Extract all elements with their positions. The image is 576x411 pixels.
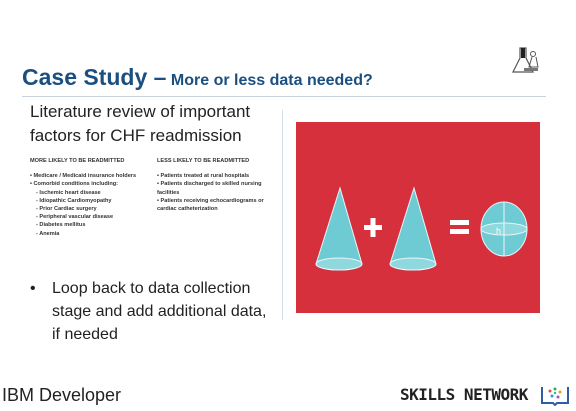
bullet-dot: • (30, 280, 36, 297)
list-subitem: - Anemia (36, 230, 60, 237)
list-subitem: - Prior Cardiac surgery (36, 206, 97, 213)
more-likely-column: MORE LIKELY TO BE READMITTED • Medicare … (30, 157, 150, 238)
list-subitem: - Peripheral vascular disease (36, 214, 114, 221)
intro-text: Literature review of important factors f… (30, 102, 251, 145)
sphere-icon (480, 201, 528, 257)
lab-flask-icon (512, 44, 542, 85)
more-likely-heading: MORE LIKELY TO BE READMITTED (30, 158, 125, 164)
less-likely-column: LESS LIKELY TO BE READMITTED • Patients … (157, 157, 267, 213)
skills-network-logo: SKILLS NETWORK (400, 385, 528, 404)
slide-title: Case Study – More or less data needed? (22, 64, 373, 91)
list-item: • Patients receiving echocardiograms or … (157, 197, 264, 213)
list-item: • Medicare / Medicaid insurance holders (30, 173, 137, 180)
title-divider (22, 96, 546, 97)
divider-line (282, 110, 283, 320)
skills-network-book-icon (540, 384, 570, 411)
list-subitem: - Ischemic heart disease (36, 189, 101, 196)
title-subtitle: More or less data needed? (170, 72, 373, 89)
sphere-label: h (496, 226, 501, 236)
list-item: • Patients treated at rural hospitals (157, 173, 250, 180)
bullet-text: Loop back to data collection stage and a… (52, 280, 267, 343)
title-main: Case Study – (22, 64, 167, 90)
list-subitem: - Diabetes mellitus (36, 222, 86, 229)
cone-sphere-illustration: h (296, 122, 540, 313)
list-subitem: - Idiopathic Cardiomyopathy (36, 197, 112, 204)
list-item: • Comorbid conditions including: (30, 181, 119, 188)
less-likely-heading: LESS LIKELY TO BE READMITTED (157, 158, 250, 164)
ibm-developer-logo: IBM Developer (2, 385, 122, 405)
bullet-point: • Loop back to data collection stage and… (30, 277, 270, 346)
list-item: • Patients discharged to skilled nursing… (157, 181, 262, 196)
